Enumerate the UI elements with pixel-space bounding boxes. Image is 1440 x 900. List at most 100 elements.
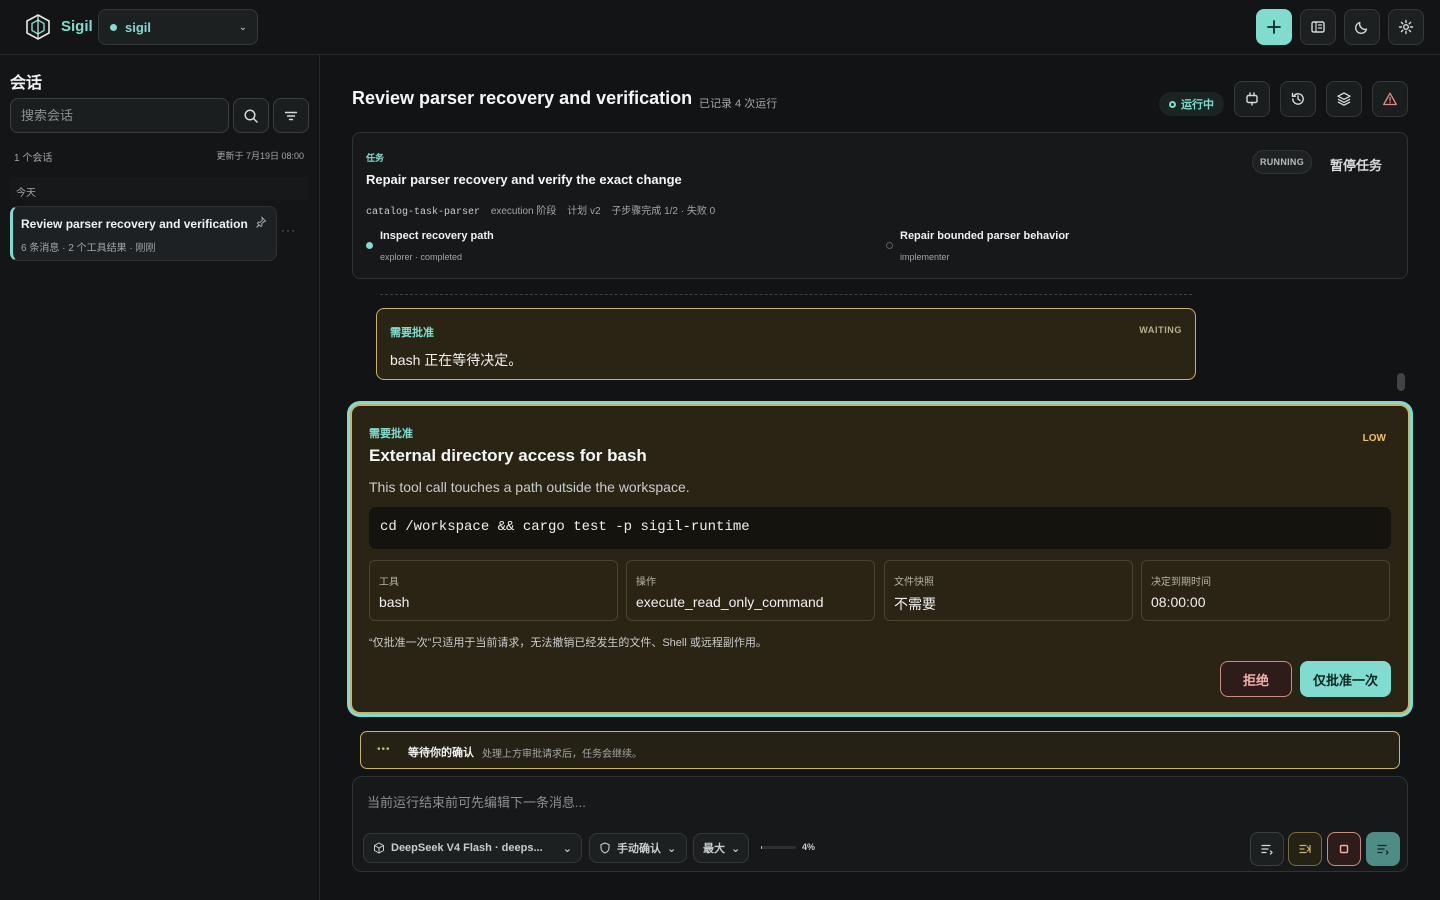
waiting-body: bash 正在等待决定。 <box>390 352 523 368</box>
stop-button[interactable] <box>1327 832 1361 866</box>
step-pending-icon <box>886 242 893 249</box>
field-value: 不需要 <box>894 596 936 612</box>
layers-button[interactable] <box>1326 81 1362 117</box>
stop-icon <box>1339 844 1349 854</box>
conversation-count: 1 个会话 <box>14 153 53 164</box>
waiting-kicker: 需要批准 <box>390 327 434 339</box>
warning-button[interactable] <box>1372 81 1408 117</box>
typing-dots-icon: ••• <box>377 744 391 755</box>
run-count: 已记录 4 次运行 <box>699 98 778 110</box>
field-label: 文件快照 <box>894 577 934 588</box>
updated-time: 更新于 7月19日 08:00 <box>216 151 304 161</box>
field-value: execute_read_only_command <box>636 594 824 610</box>
conversation-item[interactable]: Review parser recovery and verification … <box>10 206 277 261</box>
top-bar: Sigil sigil ⌄ <box>0 0 1440 55</box>
more-options-icon[interactable]: ··· <box>281 223 296 237</box>
queue-icon <box>1261 844 1273 855</box>
composer-input[interactable]: 当前运行结束前可先编辑下一条消息... <box>367 792 586 811</box>
message-composer[interactable]: 当前运行结束前可先编辑下一条消息... DeepSeek V4 Flash · … <box>352 776 1408 872</box>
warning-icon <box>1383 92 1397 106</box>
awaiting-confirmation-bar: ••• 等待你的确认 处理上方审批请求后，任务会继续。 <box>360 731 1400 769</box>
conversation-meta: 6 条消息 · 2 个工具结果 · 刚刚 <box>21 243 156 254</box>
cube-icon <box>374 842 384 854</box>
new-conversation-button[interactable] <box>1256 9 1292 45</box>
approve-once-button[interactable]: 仅批准一次 <box>1300 661 1391 697</box>
filter-icon <box>284 111 298 120</box>
task-stage: execution 阶段 <box>490 206 557 217</box>
effort-label: 最大 <box>703 843 725 855</box>
context-usage-label: 4% <box>802 842 816 852</box>
status-badge: 运行中 <box>1159 92 1224 116</box>
approval-kicker: 需要批准 <box>369 428 413 440</box>
approval-description: This tool call touches a path outside th… <box>369 479 690 495</box>
scrollbar-thumb[interactable] <box>1397 373 1405 391</box>
filter-button[interactable] <box>273 98 309 133</box>
layers-icon <box>1337 92 1351 106</box>
field-operation: 操作 execute_read_only_command <box>626 560 875 621</box>
settings-button[interactable] <box>1388 9 1424 45</box>
model-select[interactable]: DeepSeek V4 Flash · deeps... ⌄ <box>363 833 582 863</box>
steer-button[interactable] <box>1288 832 1322 866</box>
chevron-down-icon: ⌄ <box>562 842 572 855</box>
approval-mode-select[interactable]: 手动确认 ⌄ <box>589 833 687 863</box>
status-label: 运行中 <box>1181 99 1214 111</box>
moon-icon <box>1354 21 1368 35</box>
field-tool: 工具 bash <box>369 560 618 621</box>
waiting-state: WAITING <box>1139 325 1182 335</box>
field-label: 决定到期时间 <box>1151 577 1211 588</box>
plugin-icon <box>1246 92 1258 106</box>
workspace-select[interactable]: sigil ⌄ <box>98 9 258 45</box>
field-value: 08:00:00 <box>1151 594 1206 610</box>
history-icon <box>1291 92 1304 105</box>
layout-icon <box>1311 21 1325 33</box>
task-meta: catalog-task-parser execution 阶段 计划 v2 子… <box>366 202 715 218</box>
pin-icon[interactable] <box>255 216 267 228</box>
plus-icon <box>1267 20 1281 34</box>
conversation-title: Review parser recovery and verification <box>21 217 248 231</box>
step-name: Inspect recovery path <box>380 230 494 242</box>
field-label: 操作 <box>636 577 656 588</box>
search-button[interactable] <box>233 98 269 133</box>
sigil-logo-icon <box>26 14 50 40</box>
task-progress: 子步骤完成 1/2 · 失败 0 <box>611 206 716 217</box>
task-title: Repair parser recovery and verify the ex… <box>366 172 682 187</box>
field-value: bash <box>379 594 410 610</box>
field-deadline: 决定到期时间 08:00:00 <box>1141 560 1390 621</box>
sidebar-title: 会话 <box>10 75 43 92</box>
effort-select[interactable]: 最大 ⌄ <box>693 833 749 863</box>
send-button[interactable] <box>1366 832 1400 866</box>
gear-icon <box>1398 19 1414 35</box>
field-label: 工具 <box>379 577 399 588</box>
context-usage-fill <box>761 846 763 849</box>
group-header-today: 今天 <box>10 177 308 200</box>
queue-message-button[interactable] <box>1250 832 1284 866</box>
pause-task-button[interactable]: 暂停任务 <box>1330 155 1382 174</box>
context-usage-bar <box>761 846 796 849</box>
shield-icon <box>600 842 610 854</box>
status-ring-icon <box>1169 100 1176 108</box>
reject-button[interactable]: 拒绝 <box>1220 661 1292 697</box>
search-input[interactable] <box>10 98 229 133</box>
task-card: 任务 Repair parser recovery and verify the… <box>352 132 1408 279</box>
model-label: DeepSeek V4 Flash · deeps... <box>391 842 543 854</box>
step-role: implementer <box>900 252 950 262</box>
confirm-subtitle: 处理上方审批请求后，任务会继续。 <box>482 749 642 760</box>
task-plan: 计划 v2 <box>567 206 601 217</box>
task-id: catalog-task-parser <box>366 207 481 218</box>
search-icon <box>244 108 258 123</box>
step-name: Repair bounded parser behavior <box>900 230 1070 242</box>
approval-note: “仅批准一次”只适用于当前请求，无法撤销已经发生的文件、Shell 或远程副作用… <box>369 637 767 649</box>
divider <box>380 294 1192 295</box>
layout-button[interactable] <box>1300 9 1336 45</box>
plugin-button[interactable] <box>1234 81 1270 117</box>
page-title: Review parser recovery and verification <box>352 88 693 108</box>
theme-toggle-button[interactable] <box>1344 9 1380 45</box>
status-dot <box>110 24 117 31</box>
app-name: Sigil <box>61 18 93 35</box>
approval-card: 需要批准 LOW External directory access for b… <box>350 404 1410 714</box>
field-snapshot: 文件快照 不需要 <box>884 560 1133 621</box>
sidebar: 会话 1 个会话 更新于 7月19日 08:00 今天 Review parse… <box>0 55 320 900</box>
command-preview: cd /workspace && cargo test -p sigil-run… <box>369 507 1391 549</box>
chevron-down-icon: ⌄ <box>667 842 677 855</box>
history-button[interactable] <box>1280 81 1316 117</box>
